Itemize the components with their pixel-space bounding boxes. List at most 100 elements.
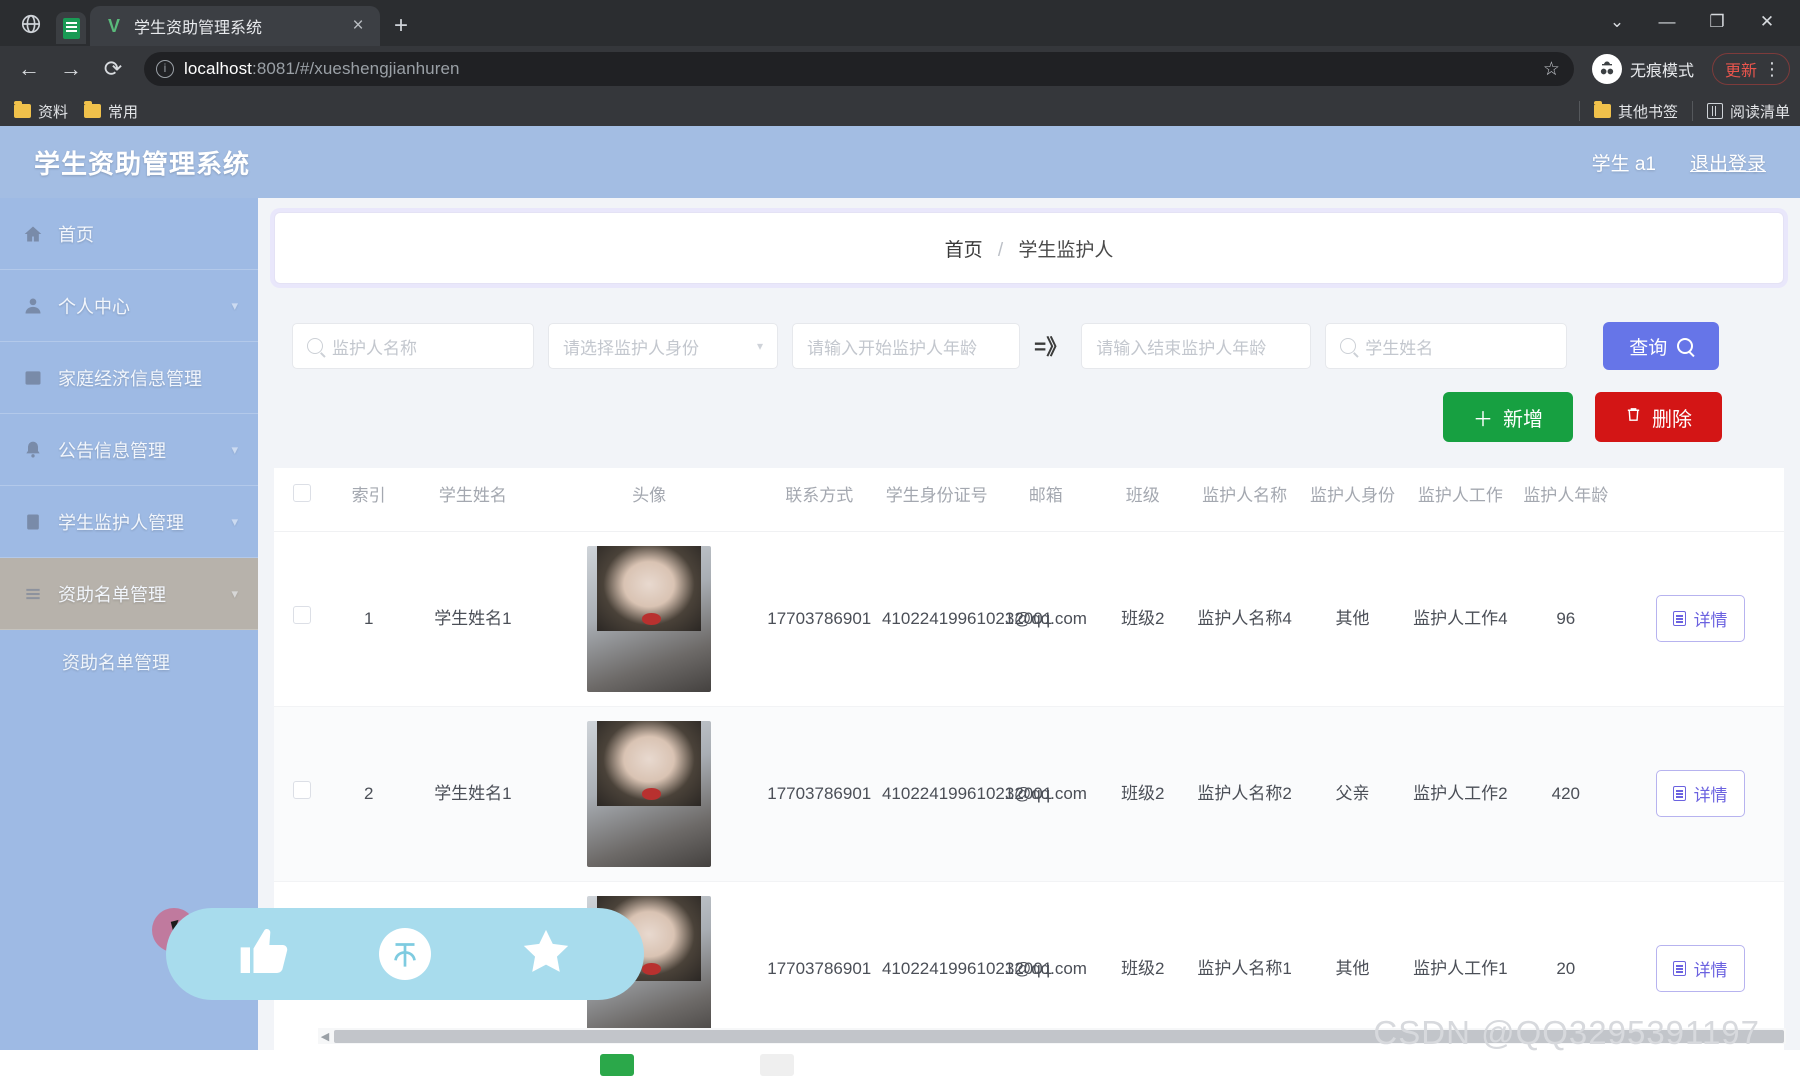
col-guardian-identity: 监护人身份 bbox=[1300, 468, 1405, 531]
forward-icon[interactable]: → bbox=[52, 50, 90, 88]
page-footer bbox=[0, 1050, 1800, 1080]
row-checkbox[interactable] bbox=[293, 781, 311, 799]
row-select-cell[interactable] bbox=[274, 531, 329, 706]
sidebar-item-label: 个人中心 bbox=[58, 293, 130, 319]
student-name-input[interactable]: 学生姓名 bbox=[1325, 323, 1567, 369]
watermark: CSDN @QQ3295391197 bbox=[1373, 1014, 1760, 1052]
col-guardian-name: 监护人名称 bbox=[1190, 468, 1300, 531]
coin-icon[interactable] bbox=[379, 928, 431, 980]
bookmark-star-icon[interactable]: ☆ bbox=[1543, 58, 1560, 81]
col-guardian-job: 监护人工作 bbox=[1405, 468, 1515, 531]
age-start-input[interactable]: 请输入开始监护人年龄 bbox=[792, 323, 1020, 369]
add-button[interactable]: ＋ 新增 bbox=[1443, 392, 1573, 442]
sidebar-item-guardian[interactable]: 学生监护人管理 ▾ bbox=[0, 486, 258, 558]
bookmark-item-other[interactable]: 其他书签 bbox=[1594, 101, 1678, 122]
bookmark-label: 常用 bbox=[108, 101, 138, 122]
close-icon[interactable]: × bbox=[346, 15, 370, 37]
incognito-indicator[interactable]: 无痕模式 bbox=[1586, 54, 1700, 84]
filter-bar: 监护人名称 请选择监护人身份 ▾ 请输入开始监护人年龄 =》 请输入结束监护人年… bbox=[274, 284, 1784, 370]
sidebar-subitem-funding-list[interactable]: 资助名单管理 bbox=[0, 630, 258, 694]
sidebar-item-label: 家庭经济信息管理 bbox=[58, 365, 202, 391]
cell-phone: 17703786901 bbox=[761, 706, 878, 881]
thumbs-up-icon[interactable] bbox=[236, 924, 292, 985]
vue-favicon: V bbox=[104, 16, 124, 36]
pagination-current-page[interactable] bbox=[600, 1054, 634, 1076]
guardian-identity-placeholder: 请选择监护人身份 bbox=[563, 334, 699, 359]
incognito-avatar-icon bbox=[1592, 54, 1622, 84]
incognito-label: 无痕模式 bbox=[1630, 57, 1694, 81]
guardian-identity-select[interactable]: 请选择监护人身份 ▾ bbox=[548, 323, 778, 369]
browser-toolbar: ← → ⟳ i localhost:8081/#/xueshengjianhur… bbox=[0, 46, 1800, 92]
table-row[interactable]: 2 学生姓名1 17703786901 410224199610232001 1… bbox=[274, 706, 1784, 881]
select-all-cell[interactable] bbox=[274, 468, 329, 531]
sidebar-item-home[interactable]: 首页 bbox=[0, 198, 258, 270]
col-guardian-age: 监护人年龄 bbox=[1515, 468, 1616, 531]
avatar bbox=[587, 721, 711, 867]
col-avatar: 头像 bbox=[538, 468, 761, 531]
bookmark-label: 其他书签 bbox=[1618, 101, 1678, 122]
bookmark-item-ziliao[interactable]: 资料 bbox=[14, 101, 68, 122]
browser-app-icon[interactable] bbox=[14, 7, 48, 41]
row-select-cell[interactable] bbox=[274, 706, 329, 881]
detail-button[interactable]: 详情 bbox=[1656, 945, 1745, 992]
pinned-tab-sheets[interactable] bbox=[56, 12, 86, 44]
cell-guardian-name: 监护人名称4 bbox=[1190, 531, 1300, 706]
cell-class: 班级2 bbox=[1096, 706, 1189, 881]
update-label: 更新 bbox=[1725, 57, 1757, 81]
detail-button[interactable]: 详情 bbox=[1656, 595, 1745, 642]
select-all-checkbox[interactable] bbox=[293, 484, 311, 502]
detail-icon bbox=[1673, 961, 1686, 976]
age-end-input[interactable]: 请输入结束监护人年龄 bbox=[1081, 323, 1311, 369]
star-icon[interactable] bbox=[518, 924, 574, 985]
breadcrumb-root[interactable]: 首页 bbox=[945, 240, 983, 261]
row-checkbox[interactable] bbox=[293, 606, 311, 624]
minimize-icon[interactable]: — bbox=[1642, 0, 1692, 44]
window-controls: ⌄ — ❐ ✕ bbox=[1592, 0, 1800, 44]
new-tab-button[interactable]: + bbox=[380, 6, 422, 46]
browser-tab-active[interactable]: V 学生资助管理系统 × bbox=[90, 6, 380, 46]
address-bar[interactable]: i localhost:8081/#/xueshengjianhuren ☆ bbox=[144, 52, 1574, 86]
reading-list-button[interactable]: 阅读清单 bbox=[1707, 101, 1790, 122]
sidebar-item-funding-list[interactable]: 资助名单管理 ▾ bbox=[0, 558, 258, 630]
back-icon[interactable]: ← bbox=[10, 50, 48, 88]
reload-icon[interactable]: ⟳ bbox=[94, 50, 132, 88]
logout-button[interactable]: 退出登录 bbox=[1690, 149, 1766, 176]
bookmark-item-changyong[interactable]: 常用 bbox=[84, 101, 138, 122]
col-id-card: 学生身份证号 bbox=[878, 468, 995, 531]
maximize-icon[interactable]: ❐ bbox=[1692, 0, 1742, 44]
kebab-menu-icon[interactable]: ⋮ bbox=[1763, 64, 1781, 74]
detail-label: 详情 bbox=[1694, 956, 1728, 981]
bookmarks-bar: 资料 常用 其他书签 阅读清单 bbox=[0, 92, 1800, 130]
scroll-left-icon[interactable]: ◀ bbox=[318, 1030, 332, 1043]
delete-button[interactable]: 删除 bbox=[1595, 392, 1722, 442]
cell-index: 2 bbox=[329, 706, 408, 881]
add-label: 新增 bbox=[1503, 403, 1543, 432]
app-header: 学生资助管理系统 学生 a1 退出登录 bbox=[0, 126, 1800, 198]
table-row[interactable]: 1 学生姓名1 17703786901 410224199610232001 1… bbox=[274, 531, 1784, 706]
tab-title: 学生资助管理系统 bbox=[134, 14, 336, 38]
cell-email: 1@qq.com bbox=[995, 706, 1096, 881]
guardian-name-input[interactable]: 监护人名称 bbox=[292, 323, 534, 369]
col-email: 邮箱 bbox=[995, 468, 1096, 531]
floating-action-bar[interactable] bbox=[166, 908, 644, 1000]
sidebar-item-family-economy[interactable]: 家庭经济信息管理 bbox=[0, 342, 258, 414]
col-index: 索引 bbox=[329, 468, 408, 531]
window-close-icon[interactable]: ✕ bbox=[1742, 0, 1792, 44]
detail-button[interactable]: 详情 bbox=[1656, 770, 1745, 817]
pagination-next-page[interactable] bbox=[760, 1054, 794, 1076]
cell-avatar bbox=[538, 706, 761, 881]
age-start-placeholder: 请输入开始监护人年龄 bbox=[807, 334, 977, 359]
bookmarks-bar-right: 其他书签 阅读清单 bbox=[1579, 101, 1790, 122]
chevron-down-icon[interactable]: ⌄ bbox=[1592, 0, 1642, 44]
folder-icon bbox=[14, 104, 31, 118]
update-button[interactable]: 更新 ⋮ bbox=[1712, 53, 1790, 85]
student-name-placeholder: 学生姓名 bbox=[1365, 334, 1433, 359]
query-button[interactable]: 查询 bbox=[1603, 322, 1719, 370]
cell-guardian-identity: 其他 bbox=[1300, 531, 1405, 706]
sidebar-item-profile[interactable]: 个人中心 ▾ bbox=[0, 270, 258, 342]
cell-guardian-age: 420 bbox=[1515, 706, 1616, 881]
sidebar-item-announcement[interactable]: 公告信息管理 ▾ bbox=[0, 414, 258, 486]
bell-icon bbox=[22, 439, 44, 461]
site-info-icon[interactable]: i bbox=[156, 60, 174, 78]
guardian-name-placeholder: 监护人名称 bbox=[332, 334, 417, 359]
